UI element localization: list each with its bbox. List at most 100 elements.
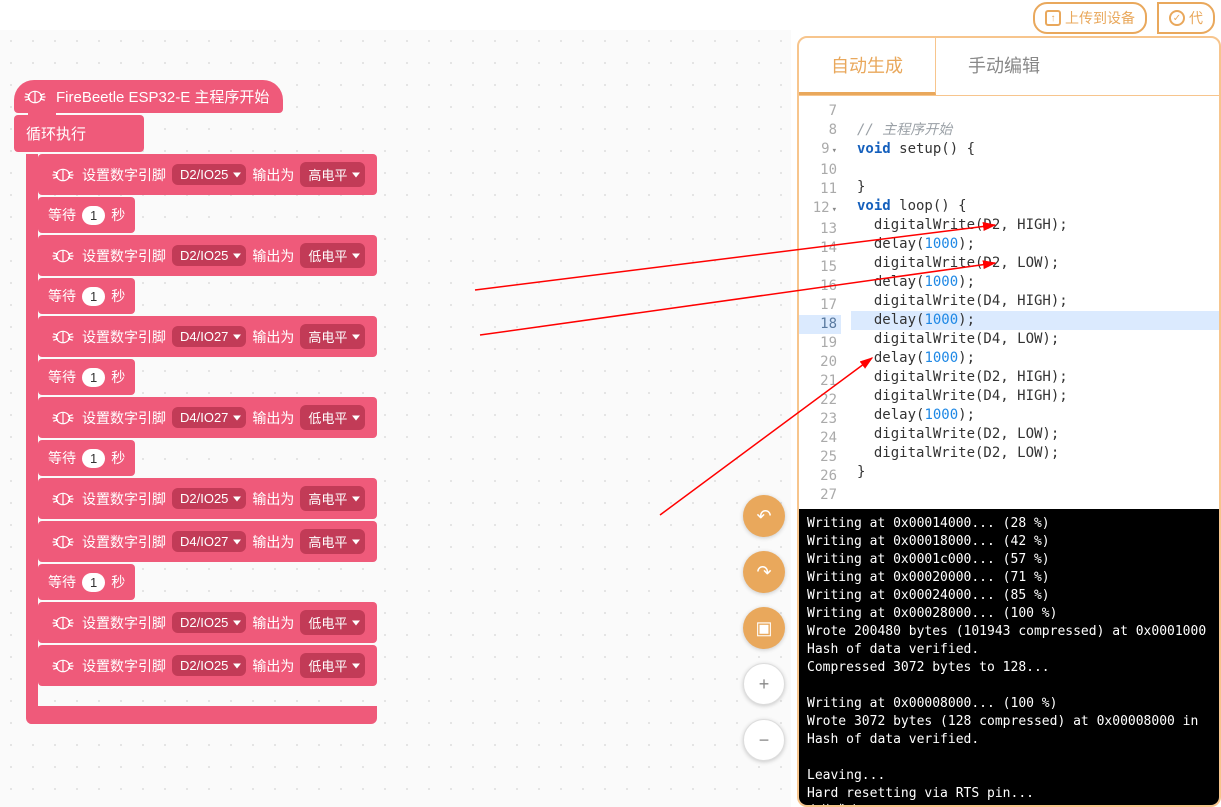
code-editor[interactable]: 789101112131415161718192021222324252627 …	[799, 96, 1219, 505]
tab-auto-generate[interactable]: 自动生成	[799, 38, 936, 95]
level-dropdown[interactable]: 低电平	[300, 653, 365, 678]
set-pin-label: 设置数字引脚	[82, 489, 166, 509]
pin-dropdown[interactable]: D2/IO25	[172, 164, 246, 185]
code-line: digitalWrite(D2, LOW);	[851, 444, 1219, 463]
set-pin-block[interactable]: 设置数字引脚D2/IO25输出为低电平	[38, 602, 377, 643]
right-panel: 自动生成 手动编辑 789101112131415161718192021222…	[797, 36, 1221, 807]
level-dropdown[interactable]: 低电平	[300, 243, 365, 268]
output-as-label: 输出为	[252, 489, 294, 509]
code-line: digitalWrite(D4, LOW);	[851, 330, 1219, 349]
wait-value-input[interactable]: 1	[82, 206, 105, 225]
beetle-icon	[50, 408, 76, 428]
level-dropdown[interactable]: 低电平	[300, 610, 365, 635]
pin-dropdown[interactable]: D2/IO25	[172, 612, 246, 633]
output-as-label: 输出为	[252, 327, 294, 347]
wait-value-input[interactable]: 1	[82, 287, 105, 306]
code-line: digitalWrite(D2, HIGH);	[851, 368, 1219, 387]
upload-label: 上传到设备	[1065, 8, 1135, 28]
set-pin-block[interactable]: 设置数字引脚 D2/IO25 输出为高电平	[38, 154, 377, 195]
line-number: 20	[799, 353, 841, 372]
pin-dropdown[interactable]: D2/IO25	[172, 488, 246, 509]
output-as-label: 输出为	[252, 532, 294, 552]
set-pin-block[interactable]: 设置数字引脚D4/IO27输出为高电平	[38, 316, 377, 357]
wait-value-input[interactable]: 1	[82, 573, 105, 592]
crop-icon: ▣	[755, 618, 772, 639]
line-number: 15	[799, 258, 841, 277]
undo-icon: ↶	[756, 506, 771, 527]
wait-label: 等待	[48, 448, 76, 468]
set-pin-block[interactable]: 设置数字引脚 D2/IO25 输出为高电平	[38, 478, 377, 519]
line-number: 16	[799, 277, 841, 296]
code-body: // 主程序开始void setup() { }void loop() { di…	[851, 102, 1219, 505]
unit-label: 秒	[111, 367, 125, 387]
output-as-label: 输出为	[252, 165, 294, 185]
code-line: digitalWrite(D2, HIGH);	[851, 216, 1219, 235]
code-line	[851, 482, 1219, 501]
set-pin-block[interactable]: 设置数字引脚D4/IO27输出为低电平	[38, 397, 377, 438]
line-number: 13	[799, 220, 841, 239]
wait-block[interactable]: 等待1秒	[38, 197, 135, 233]
redo-icon: ↷	[756, 562, 771, 583]
pin-dropdown[interactable]: D2/IO25	[172, 655, 246, 676]
line-number: 23	[799, 410, 841, 429]
wait-value-input[interactable]: 1	[82, 368, 105, 387]
set-pin-label: 设置数字引脚	[82, 165, 166, 185]
pin-dropdown[interactable]: D2/IO25	[172, 245, 246, 266]
undo-button[interactable]: ↶	[743, 495, 785, 537]
set-pin-label: 设置数字引脚	[82, 246, 166, 266]
output-console[interactable]: Writing at 0x00014000... (28 %) Writing …	[799, 509, 1219, 805]
wait-block[interactable]: 等待 1秒	[38, 359, 135, 395]
wait-label: 等待	[48, 205, 76, 225]
code-line: delay(1000);	[851, 273, 1219, 292]
line-number: 22	[799, 391, 841, 410]
set-pin-block[interactable]: 设置数字引脚 D4/IO27 输出为高电平	[38, 521, 377, 562]
unit-label: 秒	[111, 286, 125, 306]
line-number: 9	[799, 140, 841, 161]
wait-block[interactable]: 等待1秒	[38, 564, 135, 600]
wait-block[interactable]: 等待1秒	[38, 440, 135, 476]
zoom-in-button[interactable]: +	[743, 663, 785, 705]
line-number: 21	[799, 372, 841, 391]
loop-block[interactable]: 循环执行	[14, 115, 144, 152]
plus-icon: +	[759, 674, 770, 695]
set-pin-label: 设置数字引脚	[82, 532, 166, 552]
wait-label: 等待	[48, 367, 76, 387]
line-number: 24	[799, 429, 841, 448]
redo-button[interactable]: ↷	[743, 551, 785, 593]
beetle-icon	[50, 613, 76, 633]
block-workspace[interactable]: FireBeetle ESP32-E 主程序开始 循环执行 设置数字引脚D2/I…	[0, 30, 791, 807]
wait-value-input[interactable]: 1	[82, 449, 105, 468]
pin-dropdown[interactable]: D4/IO27	[172, 407, 246, 428]
line-number: 27	[799, 486, 841, 505]
set-pin-block[interactable]: 设置数字引脚D2/IO25输出为低电平	[38, 645, 377, 686]
beetle-icon	[50, 656, 76, 676]
line-number: 7	[799, 102, 841, 121]
line-number: 11	[799, 180, 841, 199]
level-dropdown[interactable]: 高电平	[300, 162, 365, 187]
set-pin-block[interactable]: 设置数字引脚D2/IO25输出为低电平	[38, 235, 377, 276]
level-dropdown[interactable]: 高电平	[300, 324, 365, 349]
level-dropdown[interactable]: 高电平	[300, 486, 365, 511]
line-number: 25	[799, 448, 841, 467]
code-line: void loop() {	[851, 197, 1219, 216]
pin-dropdown[interactable]: D4/IO27	[172, 531, 246, 552]
code-line: // 主程序开始	[851, 121, 1219, 140]
beetle-icon	[50, 532, 76, 552]
level-dropdown[interactable]: 低电平	[300, 405, 365, 430]
hat-block[interactable]: FireBeetle ESP32-E 主程序开始	[14, 80, 283, 113]
code-line: delay(1000);	[851, 235, 1219, 254]
line-number: 8	[799, 121, 841, 140]
tab-manual-edit[interactable]: 手动编辑	[936, 38, 1072, 95]
level-dropdown[interactable]: 高电平	[300, 529, 365, 554]
loop-label: 循环执行	[26, 126, 86, 143]
line-number: 18	[799, 315, 841, 334]
pin-dropdown[interactable]: D4/IO27	[172, 326, 246, 347]
output-as-label: 输出为	[252, 656, 294, 676]
crop-button[interactable]: ▣	[743, 607, 785, 649]
code-line: digitalWrite(D4, HIGH);	[851, 292, 1219, 311]
wait-block[interactable]: 等待1秒	[38, 278, 135, 314]
line-number: 17	[799, 296, 841, 315]
zoom-out-button[interactable]: −	[743, 719, 785, 761]
main-split: FireBeetle ESP32-E 主程序开始 循环执行 设置数字引脚D2/I…	[0, 30, 1221, 807]
beetle-icon	[50, 489, 76, 509]
